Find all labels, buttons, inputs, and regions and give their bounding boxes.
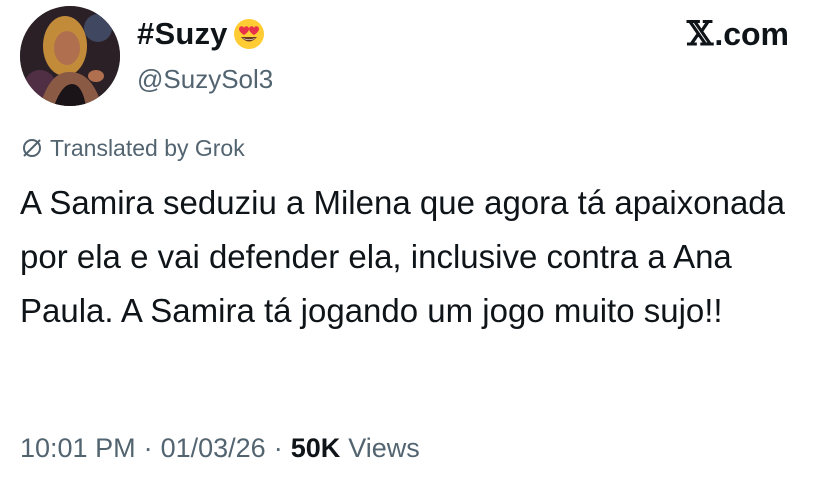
meta-separator: · <box>273 433 283 463</box>
views-count: 50K <box>290 433 341 463</box>
x-com-logo: 𝕏 .com <box>687 14 789 54</box>
heart-eyes-emoji-icon <box>232 17 266 51</box>
translation-label: Translated by Grok <box>50 135 245 161</box>
user-handle[interactable]: @SuzySol3 <box>137 62 273 96</box>
avatar-photo <box>20 6 120 106</box>
translate-slash-icon <box>20 136 44 160</box>
tweet-date[interactable]: 01/03/26 <box>161 430 266 466</box>
tweet-time[interactable]: 10:01 PM <box>20 430 136 466</box>
logo-domain-text: .com <box>714 16 789 52</box>
tweet-meta: 10:01 PM · 01/03/26 · 50K Views <box>20 430 420 466</box>
avatar[interactable] <box>20 6 120 106</box>
views-label: Views <box>348 433 420 463</box>
display-name-text: #Suzy <box>137 16 228 51</box>
translation-notice[interactable]: Translated by Grok <box>20 133 245 163</box>
tweet-text: A Samira seduziu a Milena que agora tá a… <box>20 184 786 329</box>
meta-separator: · <box>143 433 153 463</box>
x-logo-icon: 𝕏 <box>686 14 714 54</box>
display-name[interactable]: #Suzy <box>137 14 266 54</box>
